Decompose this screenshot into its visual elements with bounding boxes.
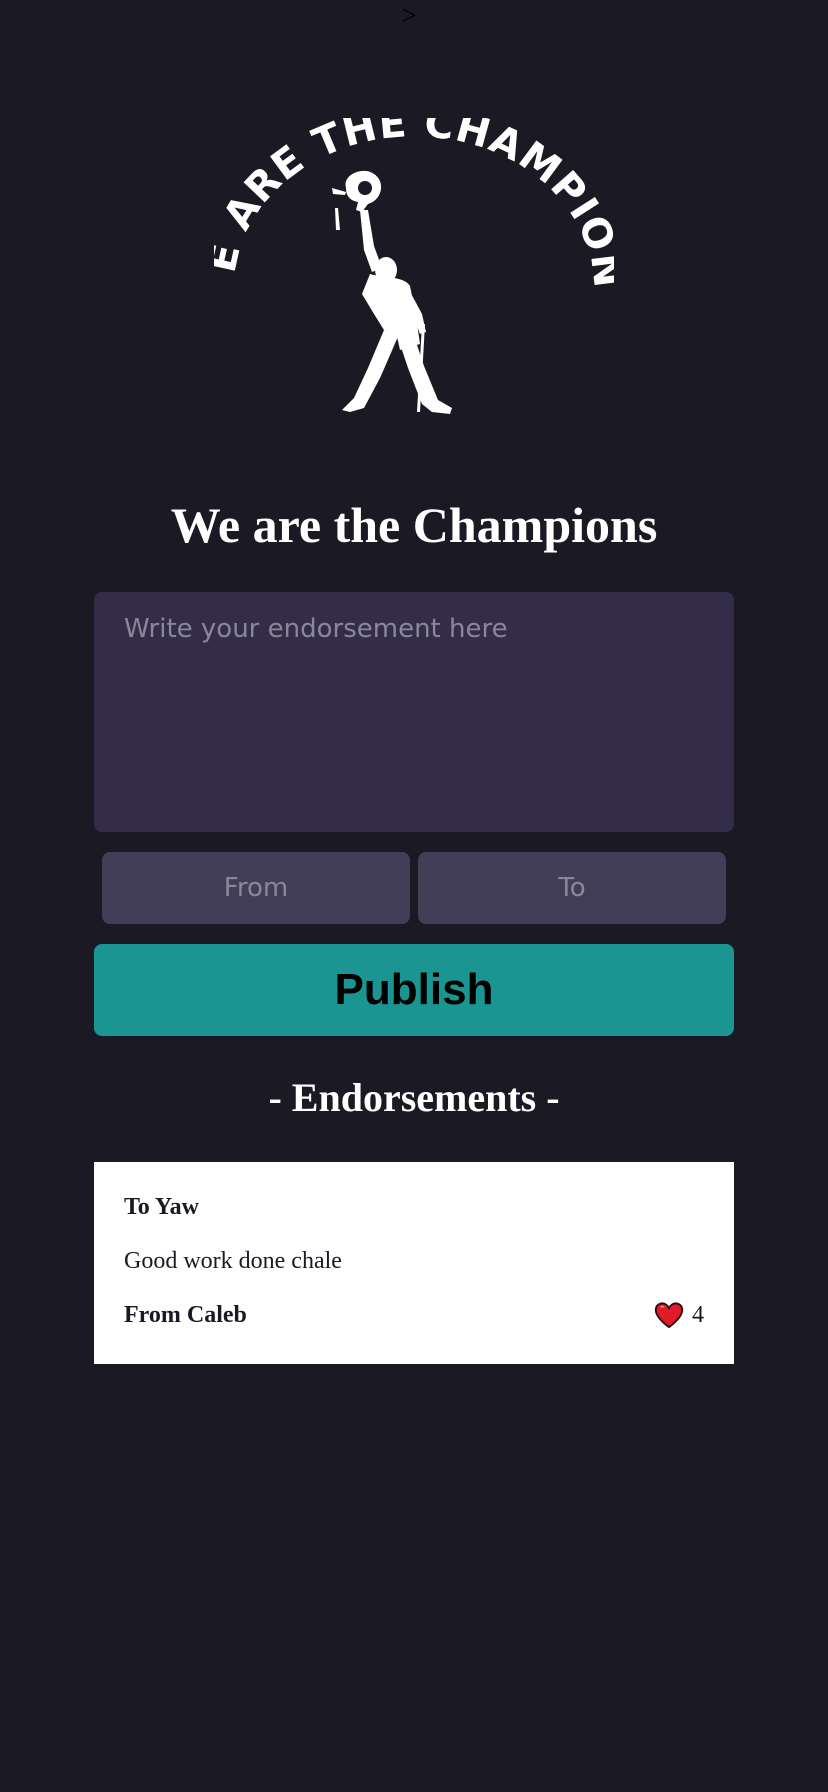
endorsements-heading: - Endorsements - [268,1075,560,1120]
heart-icon[interactable] [654,1301,684,1329]
svg-text:WE ARE THE CHAMPIONS: WE ARE THE CHAMPIONS [214,118,614,291]
endorsement-card: To Yaw Good work done chale From Caleb 4 [94,1162,734,1364]
endorsement-message: Good work done chale [124,1248,342,1274]
from-input[interactable] [102,852,410,924]
stray-text: > [402,1,417,30]
page-title: We are the Champions [170,497,658,553]
like-button[interactable]: 4 [654,1300,704,1330]
publish-button[interactable]: Publish [94,944,734,1036]
endorsement-sender: From Caleb [124,1302,247,1328]
to-input[interactable] [418,852,726,924]
champions-logo: WE ARE THE CHAMPIONS [214,118,614,428]
endorsement-recipient: To Yaw [124,1194,199,1220]
like-count: 4 [692,1302,704,1328]
endorsement-textarea[interactable] [94,592,734,832]
